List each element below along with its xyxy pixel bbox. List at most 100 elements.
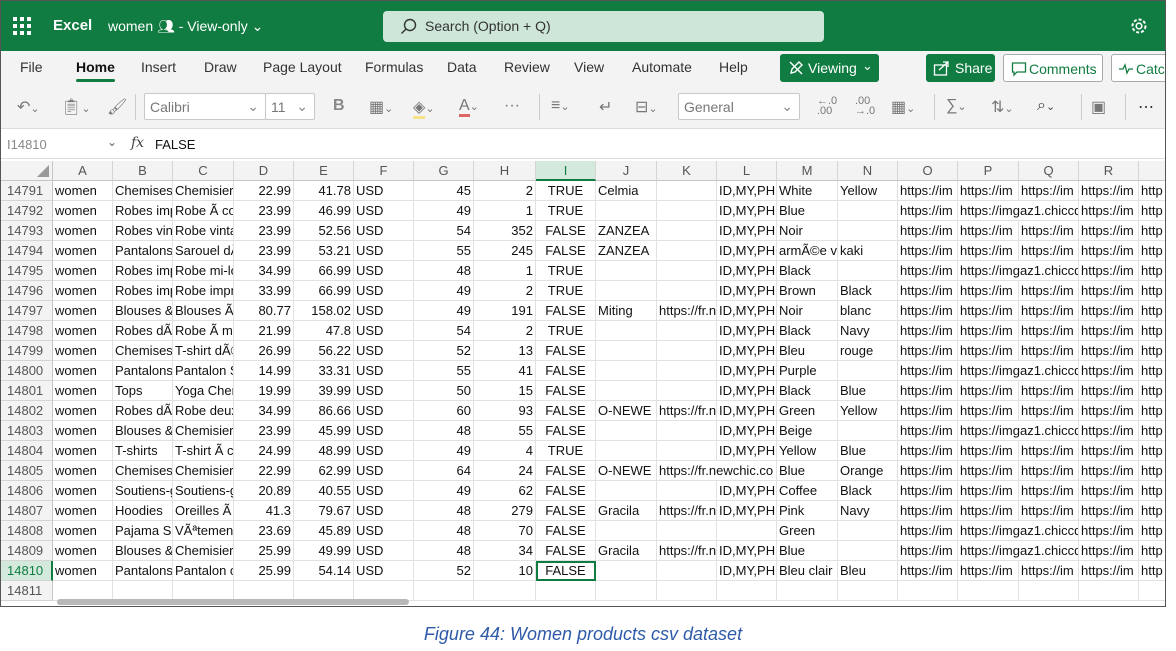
cell-e-14796[interactable]: 66.99 xyxy=(294,281,354,301)
cell-p-14802[interactable]: https://im xyxy=(958,401,1019,421)
cell-o-14796[interactable]: https://im xyxy=(898,281,958,301)
cell-j-14805[interactable]: O-NEWE xyxy=(596,461,657,481)
cell-i-14793[interactable]: FALSE xyxy=(536,221,596,241)
cell-r-14805[interactable]: https://im xyxy=(1079,461,1139,481)
cell-h-14807[interactable]: 279 xyxy=(474,501,536,521)
cell-h-14804[interactable]: 4 xyxy=(474,441,536,461)
cell-s-14803[interactable]: http xyxy=(1139,421,1165,441)
cell-o-14809[interactable]: https://im xyxy=(898,541,958,561)
cell-b-14793[interactable]: Robes vint xyxy=(113,221,173,241)
cell-d-14803[interactable]: 23.99 xyxy=(234,421,294,441)
cell-p-14806[interactable]: https://im xyxy=(958,481,1019,501)
cell-g-14804[interactable]: 49 xyxy=(414,441,474,461)
row-header[interactable]: 14798 xyxy=(1,321,53,341)
tab-formulas[interactable]: Formulas xyxy=(365,59,423,75)
cell-o-14803[interactable]: https://im xyxy=(898,421,958,441)
cell-k-14797[interactable]: https://fr.n xyxy=(657,301,717,321)
cell-o-14797[interactable]: https://im xyxy=(898,301,958,321)
cell-m-14801[interactable]: Black xyxy=(777,381,838,401)
cell-m-14804[interactable]: Yellow xyxy=(777,441,838,461)
cell-r-14792[interactable]: https://im xyxy=(1079,201,1139,221)
cell-q-14791[interactable]: https://im xyxy=(1019,181,1079,201)
cell-p-14794[interactable]: https://im xyxy=(958,241,1019,261)
undo-icon[interactable]: ↶⌄ xyxy=(17,97,40,117)
cell-h-14796[interactable]: 2 xyxy=(474,281,536,301)
cell-l-14795[interactable]: ID,MY,PH,S xyxy=(717,261,777,281)
cell-g-14792[interactable]: 49 xyxy=(414,201,474,221)
column-header-c[interactable]: C xyxy=(173,161,234,181)
cell-j-14801[interactable] xyxy=(596,381,657,401)
cell-p-14799[interactable]: https://im xyxy=(958,341,1019,361)
cell-n-14796[interactable]: Black xyxy=(838,281,898,301)
cell-j-14791[interactable]: Celmia xyxy=(596,181,657,201)
cell-o-14801[interactable]: https://im xyxy=(898,381,958,401)
cell-a-14800[interactable]: women xyxy=(53,361,113,381)
cell-k-14791[interactable] xyxy=(657,181,717,201)
cell-a-14811[interactable] xyxy=(53,581,113,601)
cell-i-14796[interactable]: TRUE xyxy=(536,281,596,301)
cell-d-14800[interactable]: 14.99 xyxy=(234,361,294,381)
column-header-r[interactable]: R xyxy=(1079,161,1139,181)
cell-g-14798[interactable]: 54 xyxy=(414,321,474,341)
cell-l-14794[interactable]: ID,MY,PH,S xyxy=(717,241,777,261)
cell-b-14795[interactable]: Robes imp xyxy=(113,261,173,281)
cell-l-14806[interactable]: ID,MY,PH,S xyxy=(717,481,777,501)
cell-c-14810[interactable]: Pantalon c xyxy=(173,561,234,581)
row-header[interactable]: 14804 xyxy=(1,441,53,461)
cell-m-14811[interactable] xyxy=(777,581,838,601)
cell-e-14810[interactable]: 54.14 xyxy=(294,561,354,581)
cell-b-14796[interactable]: Robes imp xyxy=(113,281,173,301)
cell-n-14793[interactable] xyxy=(838,221,898,241)
cell-a-14803[interactable]: women xyxy=(53,421,113,441)
cell-e-14811[interactable] xyxy=(294,581,354,601)
cell-j-14800[interactable] xyxy=(596,361,657,381)
cell-a-14795[interactable]: women xyxy=(53,261,113,281)
cell-l-14809[interactable]: ID,MY,PH,S xyxy=(717,541,777,561)
cell-g-14799[interactable]: 52 xyxy=(414,341,474,361)
cell-s-14791[interactable]: http xyxy=(1139,181,1165,201)
horizontal-scrollbar[interactable] xyxy=(57,599,409,605)
column-header-d[interactable]: D xyxy=(234,161,294,181)
cell-l-14799[interactable]: ID,MY,PH,S xyxy=(717,341,777,361)
cell-d-14806[interactable]: 20.89 xyxy=(234,481,294,501)
cell-r-14811[interactable] xyxy=(1079,581,1139,601)
cell-r-14791[interactable]: https://im xyxy=(1079,181,1139,201)
cell-s-14795[interactable]: http xyxy=(1139,261,1165,281)
cell-c-14807[interactable]: Oreilles Ã xyxy=(173,501,234,521)
cell-r-14809[interactable]: https://im xyxy=(1079,541,1139,561)
bold-button[interactable]: B xyxy=(333,97,345,115)
row-header[interactable]: 14808 xyxy=(1,521,53,541)
cell-c-14791[interactable]: Chemisier xyxy=(173,181,234,201)
tab-page-layout[interactable]: Page Layout xyxy=(263,59,342,75)
font-name-dropdown[interactable]: Calibri ⌄ xyxy=(144,93,266,120)
cell-o-14791[interactable]: https://im xyxy=(898,181,958,201)
cell-r-14795[interactable]: https://im xyxy=(1079,261,1139,281)
cell-l-14797[interactable]: ID,MY,PH,S xyxy=(717,301,777,321)
cell-a-14792[interactable]: women xyxy=(53,201,113,221)
cell-f-14798[interactable]: USD xyxy=(354,321,414,341)
cell-h-14801[interactable]: 15 xyxy=(474,381,536,401)
font-size-dropdown[interactable]: 11 ⌄ xyxy=(265,93,315,120)
cell-r-14804[interactable]: https://im xyxy=(1079,441,1139,461)
cell-q-14799[interactable]: https://im xyxy=(1019,341,1079,361)
cell-o-14810[interactable]: https://im xyxy=(898,561,958,581)
tab-file[interactable]: File xyxy=(20,59,43,75)
cell-k-14801[interactable] xyxy=(657,381,717,401)
find-icon[interactable]: ⌕⌄ xyxy=(1037,97,1055,115)
cell-p-14803[interactable]: https://imgaz1.chiccdn.com/thu xyxy=(958,421,1079,441)
spreadsheet-grid[interactable]: ABCDEFGHIJKLMNOPQRS14791womenChemisesChe… xyxy=(1,161,1165,601)
cell-m-14808[interactable]: Green xyxy=(777,521,838,541)
cell-q-14802[interactable]: https://im xyxy=(1019,401,1079,421)
cell-p-14804[interactable]: https://im xyxy=(958,441,1019,461)
cell-g-14801[interactable]: 50 xyxy=(414,381,474,401)
cell-e-14800[interactable]: 33.31 xyxy=(294,361,354,381)
cell-m-14799[interactable]: Bleu xyxy=(777,341,838,361)
cell-c-14803[interactable]: Chemisier xyxy=(173,421,234,441)
merge-icon[interactable]: ⊟⌄ xyxy=(635,97,658,117)
cell-i-14808[interactable]: FALSE xyxy=(536,521,596,541)
cell-j-14802[interactable]: O-NEWE xyxy=(596,401,657,421)
cell-e-14806[interactable]: 40.55 xyxy=(294,481,354,501)
cell-f-14796[interactable]: USD xyxy=(354,281,414,301)
cell-c-14794[interactable]: Sarouel dÃ xyxy=(173,241,234,261)
cell-f-14797[interactable]: USD xyxy=(354,301,414,321)
